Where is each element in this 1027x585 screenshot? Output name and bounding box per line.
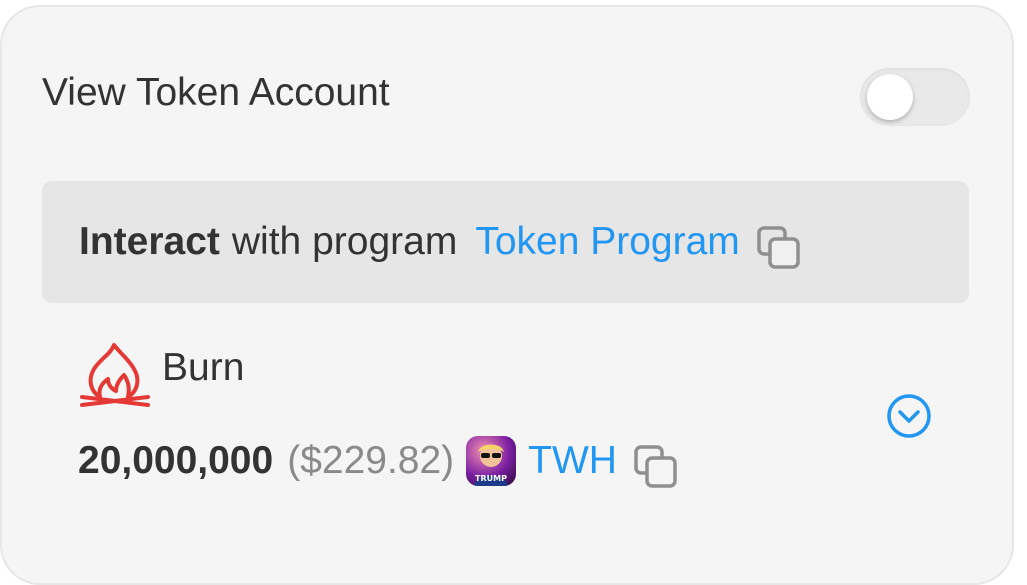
with-program-label: with program	[231, 220, 458, 263]
program-link[interactable]: Token Program	[475, 220, 739, 264]
fire-icon	[78, 341, 152, 411]
view-token-account-row: View Token Account	[42, 59, 970, 129]
interact-line: Interact with program Token Program	[79, 217, 802, 269]
instruction-card: View Token Account Interact with program…	[0, 5, 1014, 585]
expand-chevron-icon[interactable]	[886, 393, 932, 439]
copy-icon[interactable]	[633, 444, 679, 490]
usd-value: ($229.82)	[287, 439, 455, 482]
token-symbol-link[interactable]: TWH	[528, 439, 617, 483]
copy-icon[interactable]	[756, 225, 802, 271]
interact-panel: Interact with program Token Program	[42, 181, 969, 303]
token-amount: 20,000,000	[78, 439, 274, 482]
token-avatar-text: TRUMP	[475, 474, 507, 483]
instruction-header: Burn	[78, 341, 244, 411]
view-token-account-toggle[interactable]	[860, 68, 970, 126]
toggle-knob	[867, 74, 913, 120]
token-avatar: TRUMP	[466, 436, 517, 486]
view-token-account-label: View Token Account	[42, 71, 390, 114]
interact-label: Interact	[79, 220, 220, 263]
instruction-label: Burn	[162, 346, 245, 389]
amount-row: 20,000,000 ($229.82) TRUMP TWH	[78, 431, 679, 491]
